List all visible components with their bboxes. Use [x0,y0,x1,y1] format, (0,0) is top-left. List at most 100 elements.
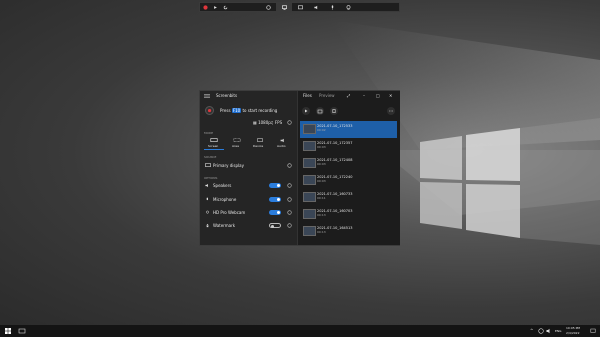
file-item[interactable]: 2021-07-10_160733 00:11 [300,189,397,206]
record-button[interactable] [200,2,210,12]
file-thumbnail [303,226,316,236]
webcam-toggle[interactable] [340,2,356,12]
watermark-icon [206,223,209,228]
monitor-icon [281,4,287,10]
file-item[interactable]: 2021-07-10_172240 00:03 [300,172,397,189]
press-text: Press [220,108,231,113]
option-speakers-label: Speakers [213,183,232,188]
volume-button[interactable] [546,328,552,334]
close-icon[interactable]: ✕ [389,94,392,98]
option-watermark-label: Watermark [213,223,236,228]
note-icon: ♫ [270,120,274,125]
file-duration: 00:11 [317,196,326,200]
mode-audio-tab[interactable]: Audio [273,137,293,149]
menu-button[interactable] [204,94,210,98]
quality-selector[interactable]: ▦ 1080p [253,121,271,125]
option-webcam: HD Pro Webcam [204,210,294,218]
start-text: to start recording [242,108,278,113]
watermark-toggle[interactable] [269,223,281,228]
source-selector[interactable]: Primary display [204,162,294,170]
source-value: Primary display [213,163,244,168]
mode-device-tab[interactable]: Device [250,137,270,149]
file-duration: 00:03 [317,179,326,183]
options-header: OPTIONS [204,176,218,180]
windows-start-icon [5,328,11,334]
tray-chevron-icon[interactable]: ^ [530,329,533,333]
microphone-toggle[interactable] [324,2,340,12]
clock-date[interactable]: 2/4/2022 [566,331,579,335]
speakers-settings-icon[interactable] [287,183,292,188]
network-icon [538,328,544,334]
mode-screen-label: Screen [208,144,219,148]
hamburger-icon [204,94,210,98]
microphone-toggle[interactable] [269,197,281,202]
notifications-button[interactable] [590,328,596,334]
more-button[interactable] [387,107,395,115]
language-indicator[interactable]: ENG [555,329,561,333]
watermark-settings-icon[interactable] [287,223,292,228]
pause-icon [213,5,217,9]
microphone-icon [331,4,333,10]
option-microphone-label: Microphone [213,197,237,202]
speaker-toggle[interactable] [308,2,324,12]
speaker-icon [205,183,208,188]
file-item[interactable]: 2021-07-10_172533 00:02 [300,121,397,138]
network-button[interactable] [538,328,544,334]
file-duration: 00:13 [317,230,326,234]
microphone-settings-icon[interactable] [287,197,292,202]
mode-area-tab[interactable]: Area [227,137,247,149]
record-icon [207,108,212,113]
play-button[interactable] [302,107,310,115]
task-view-button[interactable] [18,327,26,335]
film-icon: ▦ [253,120,257,125]
tab-files[interactable]: Files [303,94,312,98]
file-thumbnail [303,192,316,202]
record-icon [202,4,208,10]
open-folder-button[interactable] [316,107,324,115]
mode-screen-tab[interactable]: Screen [204,137,224,150]
fps-value: FPS [274,120,283,125]
device-icon [257,138,263,142]
file-thumbnail [303,124,316,134]
more-icon [389,110,393,112]
window-mode-button[interactable] [292,2,308,12]
file-duration: 00:03 [317,162,326,166]
speaker-icon [313,5,317,9]
press-label: Press F10 to start recording [220,108,278,113]
task-view-icon [18,328,26,334]
delete-button[interactable] [330,107,338,115]
recording-toolbar [199,2,400,12]
webcam-toggle[interactable] [269,210,281,215]
screen-mode-button[interactable] [276,2,292,12]
settings-button[interactable] [260,2,276,12]
pause-button[interactable] [210,2,220,12]
minimize-icon[interactable]: – [363,94,365,98]
quality-settings-icon[interactable] [287,120,292,125]
files-panel: Files Preview ⤢ – □ ✕ 2021-07-10_172533 … [297,91,400,245]
restart-button[interactable] [220,2,230,12]
speakers-toggle[interactable] [269,183,281,188]
file-thumbnail [303,175,316,185]
file-item[interactable]: 2021-07-10_164513 00:13 [300,223,397,240]
restart-icon [223,5,227,9]
hotkey-badge: F10 [231,108,242,113]
file-duration: 00:02 [317,128,326,132]
start-button[interactable] [4,327,12,335]
fps-selector[interactable]: ♫ FPS [270,121,282,125]
webcam-settings-icon[interactable] [287,210,292,215]
start-record-button[interactable] [205,106,214,115]
area-icon [233,138,241,142]
file-item[interactable]: 2021-07-10_160703 00:13 [300,206,397,223]
tab-preview[interactable]: Preview [319,94,335,98]
quality-value: 1080p [258,120,271,125]
file-item[interactable]: 2021-07-10_172408 00:03 [300,155,397,172]
window-icon [297,4,303,9]
file-item[interactable]: 2021-07-10_172357 00:03 [300,138,397,155]
notification-icon [590,328,596,333]
clock-time[interactable]: 10:05 PM [566,326,580,330]
expand-icon[interactable]: ⤢ [347,94,350,98]
audio-icon [280,138,284,143]
maximize-icon[interactable]: □ [376,94,380,98]
play-icon [305,109,308,113]
source-settings-icon[interactable] [287,163,292,168]
